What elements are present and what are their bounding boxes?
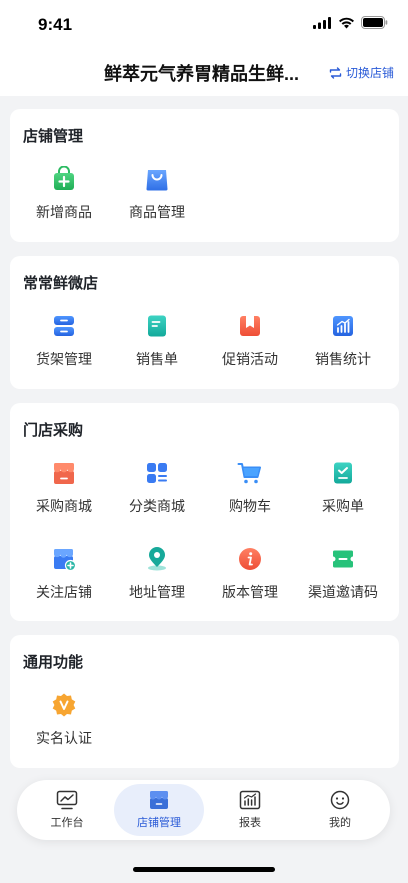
- menu-item-version-management[interactable]: 版本管理: [205, 546, 295, 606]
- status-bar: 9:41: [0, 0, 408, 50]
- section-micro-store: 常常鲜微店 货架管理 销售单 促销活动 销售统计: [10, 256, 399, 389]
- store-awning-icon: [54, 463, 74, 484]
- section-title: 常常鲜微店: [23, 275, 99, 292]
- verified-badge-icon: [52, 693, 76, 717]
- ticket-icon: [333, 550, 353, 568]
- tab-workbench[interactable]: 工作台: [22, 784, 112, 836]
- follow-store-icon: [54, 549, 77, 572]
- menu-item-promotion[interactable]: 促销活动: [205, 313, 295, 373]
- store-icon: [150, 791, 168, 809]
- menu-item-label: 销售统计: [315, 351, 371, 367]
- bottom-tab-bar: 工作台 店铺管理 报表 我的: [17, 780, 390, 840]
- menu-item-purchase-order[interactable]: 采购单: [298, 460, 388, 520]
- menu-item-purchase-mall[interactable]: 采购商城: [19, 460, 109, 520]
- tab-reports[interactable]: 报表: [205, 784, 295, 836]
- menu-item-label: 购物车: [229, 498, 271, 514]
- promotion-icon: [240, 316, 260, 336]
- menu-item-shopping-cart[interactable]: 购物车: [205, 460, 295, 520]
- tab-label: 报表: [239, 817, 261, 829]
- section-title: 通用功能: [23, 654, 84, 671]
- tab-label: 店铺管理: [137, 817, 181, 829]
- dashboard-icon: [56, 790, 78, 810]
- tab-label: 我的: [329, 817, 351, 829]
- menu-item-label: 实名认证: [36, 730, 92, 746]
- section-title: 店铺管理: [23, 128, 84, 145]
- menu-item-sales-order[interactable]: 销售单: [112, 313, 202, 373]
- sales-order-icon: [148, 315, 166, 337]
- menu-item-product-management[interactable]: 商品管理: [112, 166, 202, 226]
- section-title: 门店采购: [23, 422, 84, 439]
- tab-store-management[interactable]: 店铺管理: [114, 784, 204, 836]
- menu-item-label: 关注店铺: [36, 584, 92, 600]
- statistics-icon: [333, 316, 353, 336]
- report-icon: [239, 790, 261, 810]
- category-icon: [147, 463, 167, 483]
- status-time: 9:41: [38, 15, 73, 34]
- section-store-purchase: 门店采购 采购商城 分类商城 购物车 采购单 关注店铺 地址管理 版本管理 渠道…: [10, 403, 399, 621]
- menu-item-shelf-management[interactable]: 货架管理: [19, 313, 109, 373]
- add-product-icon: [54, 166, 74, 190]
- menu-item-sales-statistics[interactable]: 销售统计: [298, 313, 388, 373]
- menu-item-label: 渠道邀请码: [308, 584, 378, 600]
- switch-icon: [329, 66, 342, 79]
- home-indicator: [133, 867, 275, 872]
- menu-item-real-name-verification[interactable]: 实名认证: [19, 692, 109, 752]
- menu-item-address-management[interactable]: 地址管理: [112, 546, 202, 606]
- menu-item-label: 新增商品: [36, 204, 92, 220]
- section-store-management: 店铺管理 新增商品 商品管理: [10, 109, 399, 242]
- menu-item-label: 销售单: [136, 351, 178, 367]
- info-icon: [239, 548, 261, 570]
- menu-item-channel-invite-code[interactable]: 渠道邀请码: [298, 546, 388, 606]
- wifi-icon: [339, 17, 354, 28]
- location-pin-icon: [148, 547, 166, 571]
- menu-item-label: 地址管理: [129, 584, 185, 600]
- signal-icon: [313, 16, 331, 29]
- menu-item-label: 分类商城: [129, 498, 185, 514]
- checklist-icon: [334, 462, 352, 484]
- top-header: 9:41 鲜萃元气养胃精品生鲜... 切换店铺: [0, 0, 408, 96]
- menu-item-category-mall[interactable]: 分类商城: [112, 460, 202, 520]
- tab-label: 工作台: [50, 817, 84, 829]
- section-general-functions: 通用功能 实名认证: [10, 635, 399, 768]
- store-name-title: 鲜萃元气养胃精品生鲜...: [104, 64, 300, 84]
- menu-item-label: 货架管理: [36, 351, 92, 367]
- shopping-bag-icon: [146, 170, 168, 191]
- menu-item-add-product[interactable]: 新增商品: [19, 166, 109, 226]
- menu-item-label: 版本管理: [222, 584, 278, 600]
- menu-item-label: 采购单: [322, 498, 364, 514]
- menu-item-label: 促销活动: [222, 351, 278, 367]
- cart-icon: [237, 463, 261, 484]
- menu-item-label: 商品管理: [129, 204, 185, 220]
- shelf-icon: [54, 316, 74, 336]
- switch-store-button[interactable]: 切换店铺: [329, 64, 394, 81]
- switch-store-label: 切换店铺: [345, 66, 394, 80]
- profile-icon: [330, 790, 350, 810]
- battery-icon: [361, 16, 388, 29]
- menu-item-follow-store[interactable]: 关注店铺: [19, 546, 109, 606]
- menu-item-label: 采购商城: [36, 498, 92, 514]
- tab-profile[interactable]: 我的: [295, 784, 385, 836]
- status-icons: [313, 16, 388, 29]
- nav-bar: 鲜萃元气养胃精品生鲜... 切换店铺: [0, 50, 408, 96]
